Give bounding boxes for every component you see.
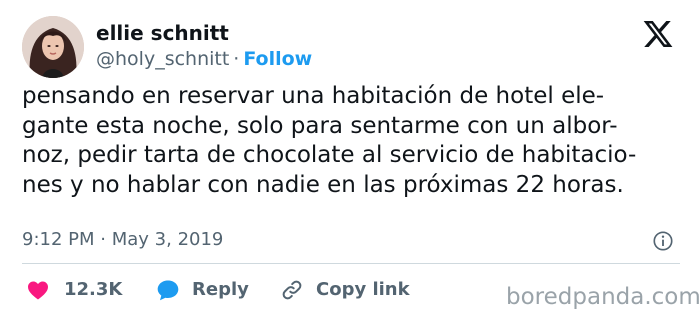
- x-logo-icon[interactable]: [640, 18, 676, 50]
- avatar[interactable]: [22, 16, 84, 78]
- speech-bubble-icon: [157, 280, 179, 301]
- like-button[interactable]: 12.3K: [26, 277, 122, 303]
- author-display-name[interactable]: ellie schnitt: [96, 20, 229, 46]
- copy-link-label: Copy link: [316, 279, 410, 300]
- avatar-image: [22, 16, 84, 78]
- like-count: 12.3K: [64, 279, 123, 300]
- link-icon: [282, 280, 302, 300]
- tweet-card: ellie schnitt @holy_schnitt · Follow pensa…: [0, 0, 700, 318]
- tweet-text: pensando en reservar una habitación de h…: [22, 83, 637, 198]
- tweet-timestamp[interactable]: 9:12 PM · May 3, 2019: [22, 228, 223, 252]
- reply-label: Reply: [192, 279, 249, 300]
- reply-button[interactable]: Reply: [156, 277, 249, 303]
- handle-separator: ·: [233, 48, 240, 70]
- copy-link-button[interactable]: Copy link: [280, 277, 410, 303]
- tweet-time: 9:12 PM: [22, 229, 95, 250]
- watermark: boredpanda.com: [506, 284, 700, 310]
- divider: [22, 263, 680, 264]
- timestamp-separator: ·: [100, 229, 106, 250]
- author-handle[interactable]: @holy_schnitt: [96, 48, 229, 70]
- author-handle-row: @holy_schnitt · Follow: [96, 47, 312, 71]
- heart-icon: [28, 281, 48, 300]
- info-icon[interactable]: [652, 230, 674, 252]
- follow-button[interactable]: Follow: [243, 48, 312, 70]
- tweet-date: May 3, 2019: [111, 229, 224, 250]
